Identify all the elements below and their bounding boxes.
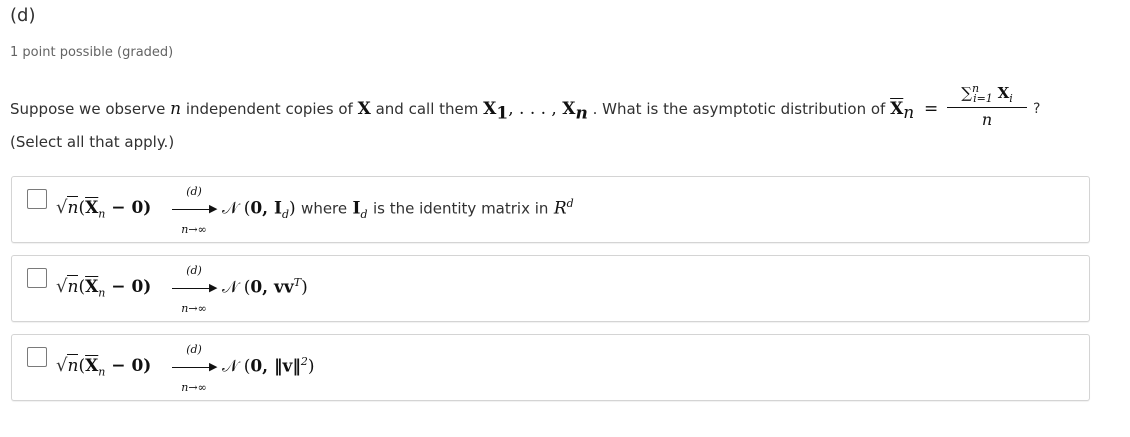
question-part-4: . What is the asymptotic distribution of (592, 100, 886, 118)
mean-fraction: ∑ni=1 Xi n (947, 82, 1027, 129)
fraction-denominator: n (981, 110, 993, 129)
convergence-arrow-1: (d) ▶ n→∞ (172, 185, 217, 236)
fraction-bar (947, 107, 1027, 108)
math-X1: X1 (483, 99, 509, 124)
formula-lhs-3: √n(Xn − 0) (56, 354, 152, 379)
question-mark: ? (1033, 101, 1041, 117)
choice-option-1[interactable]: √n(Xn − 0) (d) ▶ n→∞ 𝒩 (0, Id) where Id … (11, 176, 1090, 243)
points-label: 1 point possible (graded) (10, 45, 174, 60)
convergence-arrow-3: (d) ▶ n→∞ (172, 343, 217, 394)
equals-sign: = (924, 99, 939, 119)
problem-title: (d) (10, 5, 36, 26)
formula-lhs-2: √n(Xn − 0) (56, 275, 152, 300)
math-xbar: X (890, 99, 904, 119)
question-part-2: independent copies of (185, 100, 353, 118)
question-part-1: Suppose we observe (10, 100, 166, 118)
math-xbar-sub: n (903, 103, 915, 123)
fraction-numerator: ∑ni=1 Xi (961, 82, 1013, 105)
question-part-3: and call them (375, 100, 479, 118)
checkbox-3[interactable] (27, 347, 47, 367)
formula-lhs-1: √n(Xn − 0) (56, 196, 152, 221)
select-instruction: (Select all that apply.) (10, 133, 175, 151)
choice-option-2[interactable]: √n(Xn − 0) (d) ▶ n→∞ 𝒩 (0, vvT) (11, 255, 1090, 322)
choice-option-3[interactable]: √n(Xn − 0) (d) ▶ n→∞ 𝒩 (0, ‖v‖2) (11, 334, 1090, 401)
question-text: Suppose we observe n independent copies … (10, 99, 914, 123)
math-X: X (357, 99, 371, 119)
math-Xn: Xn (562, 99, 588, 124)
convergence-arrow-2: (d) ▶ n→∞ (172, 264, 217, 315)
math-ellipsis: , . . . , (508, 99, 563, 119)
math-n: n (170, 99, 182, 119)
formula-rhs-3: 𝒩 (0, ‖v‖2) (222, 355, 315, 377)
formula-rhs-2: 𝒩 (0, vvT) (222, 276, 308, 298)
formula-rhs-1: 𝒩 (0, Id) where Id is the identity matri… (222, 197, 574, 222)
checkbox-1[interactable] (27, 189, 47, 209)
checkbox-2[interactable] (27, 268, 47, 288)
